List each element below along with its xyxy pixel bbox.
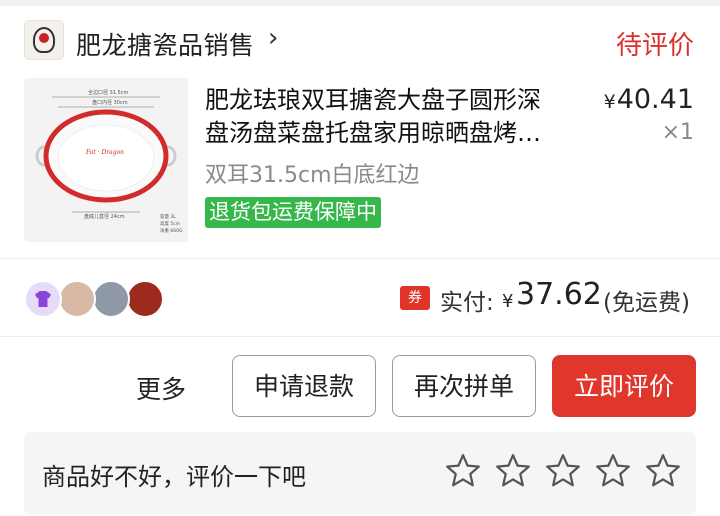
divider	[0, 258, 720, 259]
thumb-bottom-width: 盘底儿直径 24cm	[84, 213, 125, 220]
star-icon[interactable]	[444, 452, 482, 490]
star-icon[interactable]	[594, 452, 632, 490]
avatar-gray[interactable]	[92, 280, 130, 318]
more-button[interactable]: 更多	[136, 370, 186, 406]
chevron-right-icon[interactable]: ›	[268, 23, 278, 53]
thumb-inner-width: 盘口内径 30cm	[92, 99, 128, 106]
product-quantity: ×1	[661, 120, 694, 145]
star-icon[interactable]	[494, 452, 532, 490]
paid-label: 实付:	[440, 290, 494, 316]
divider	[0, 336, 720, 337]
paid-currency: ¥	[502, 291, 514, 312]
product-spec: 双耳31.5cm白底红边	[205, 163, 420, 188]
guarantee-badge[interactable]: 退货包运费保障中	[205, 197, 381, 228]
store-logo-seal-icon	[39, 33, 49, 43]
product-title[interactable]: 肥龙珐琅双耳搪瓷大盘子圆形深 盘汤盘菜盘托盘家用晾晒盘烤…	[205, 84, 580, 150]
request-refund-button[interactable]: 申请退款	[232, 355, 376, 417]
paid-amount: 37.62	[516, 277, 602, 312]
avatar-red[interactable]	[126, 280, 164, 318]
thumb-height: 高度 5cm	[160, 220, 180, 227]
svg-text:Fat · Dragon: Fat · Dragon	[85, 149, 124, 156]
store-header[interactable]: 肥龙搪瓷品销售 › 待评价	[0, 6, 720, 76]
store-name[interactable]: 肥龙搪瓷品销售	[76, 26, 255, 62]
thumb-capacity: 容量 3L	[160, 213, 176, 220]
rating-prompt: 商品好不好，评价一下吧	[42, 463, 306, 491]
review-now-button[interactable]: 立即评价	[552, 355, 696, 417]
rebuy-button[interactable]: 再次拼单	[392, 355, 536, 417]
product-title-line-1: 肥龙珐琅双耳搪瓷大盘子圆形深	[205, 86, 541, 114]
store-logo[interactable]	[24, 20, 64, 60]
product-thumbnail[interactable]: 全边口径 31.5cm 盘口内径 30cm Fat · Dragon 盘底儿直径…	[24, 78, 188, 242]
price-currency: ¥	[603, 91, 616, 113]
avatar-purple-shirt[interactable]	[24, 280, 62, 318]
star-icon[interactable]	[644, 452, 682, 490]
thumb-outer-width: 全边口径 31.5cm	[88, 89, 128, 96]
coupon-icon: 券	[400, 286, 430, 310]
product-title-line-2: 盘汤盘菜盘托盘家用晾晒盘烤…	[205, 119, 541, 147]
order-status: 待评价	[615, 31, 694, 61]
product-price: ¥40.41	[604, 84, 694, 115]
avatar-girl[interactable]	[58, 280, 96, 318]
shipping-note: (免运费)	[603, 290, 690, 316]
thumb-weight: 净重 660G	[160, 227, 183, 234]
shirt-icon	[35, 291, 51, 307]
enamel-plate-image: 全边口径 31.5cm 盘口内径 30cm Fat · Dragon 盘底儿直径…	[24, 78, 188, 242]
price-value: 40.41	[616, 84, 694, 115]
star-icon[interactable]	[544, 452, 582, 490]
rating-panel: 商品好不好，评价一下吧	[24, 432, 696, 514]
